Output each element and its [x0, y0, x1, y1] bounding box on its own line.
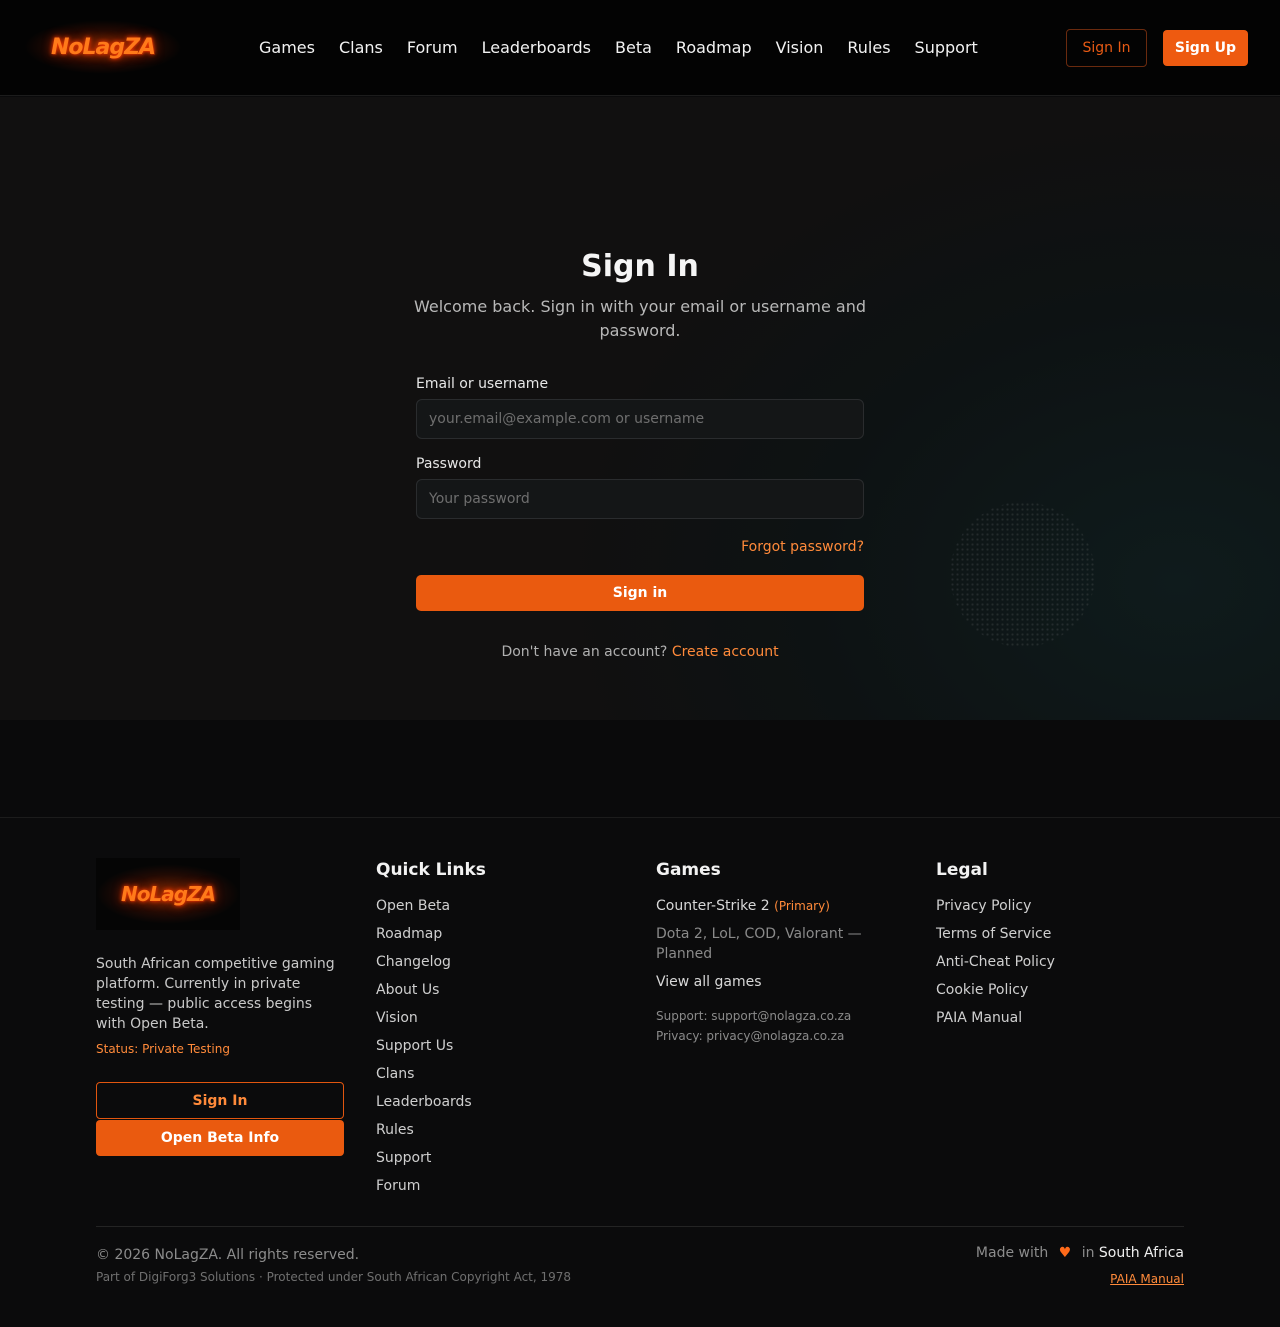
legal-paia-manual[interactable]: PAIA Manual [936, 1008, 1055, 1036]
page-subtitle: Welcome back. Sign in with your email or… [413, 297, 867, 340]
contact-info: Support: support@nolagza.co.za Privacy: … [656, 1006, 851, 1046]
quick-links-list: Open Beta Roadmap Changelog About Us Vis… [376, 896, 472, 1204]
quick-link-about-us[interactable]: About Us [376, 980, 472, 1008]
quick-link-support[interactable]: Support [376, 1148, 472, 1176]
email-label: Email or username [416, 376, 549, 392]
legal-privacy-policy[interactable]: Privacy Policy [936, 896, 1055, 924]
quick-link-support-us[interactable]: Support Us [376, 1036, 472, 1064]
quick-link-changelog[interactable]: Changelog [376, 952, 472, 980]
nav-vision[interactable]: Vision [776, 37, 824, 59]
nav-clans[interactable]: Clans [339, 37, 383, 59]
no-account-prompt: Don't have an account? Create account [0, 644, 1280, 660]
nav-forum[interactable]: Forum [407, 37, 458, 59]
legal-title: Legal [936, 860, 988, 880]
country-name: South Africa [1098, 1245, 1184, 1261]
quick-link-clans[interactable]: Clans [376, 1064, 472, 1092]
footer-sign-in-button[interactable]: Sign In [96, 1082, 344, 1119]
quick-links-title: Quick Links [376, 860, 486, 880]
made-with-text: Made with ♥ in South Africa [900, 1245, 1184, 1261]
quick-link-rules[interactable]: Rules [376, 1120, 472, 1148]
games-list: Counter-Strike 2 (Primary) Dota 2, LoL, … [656, 896, 886, 1000]
games-title: Games [656, 860, 721, 880]
quick-link-open-beta[interactable]: Open Beta [376, 896, 472, 924]
nav-roadmap[interactable]: Roadmap [676, 37, 752, 59]
sign-in-submit-button[interactable]: Sign in [416, 575, 864, 611]
view-all-games-link[interactable]: View all games [656, 972, 886, 992]
status-badge: Status: Private Testing [96, 1042, 230, 1056]
nav-rules[interactable]: Rules [847, 37, 890, 59]
copyright-subtext: Part of DigiForg3 Solutions · Protected … [96, 1270, 572, 1284]
main-nav: Games Clans Forum Leaderboards Beta Road… [259, 37, 978, 59]
brand-name: NoLagZA [50, 34, 156, 60]
game-primary[interactable]: Counter-Strike 2 (Primary) [656, 896, 886, 916]
decorative-dot-pattern [950, 502, 1095, 647]
signin-section: Sign In Welcome back. Sign in with your … [0, 97, 1280, 720]
site-footer: NoLagZA South African competitive gaming… [0, 817, 1280, 1327]
password-label: Password [416, 456, 482, 472]
brand-logo[interactable]: NoLagZA [24, 20, 182, 74]
footer-brand-logo[interactable]: NoLagZA [96, 864, 240, 924]
password-input[interactable] [416, 479, 864, 519]
header-sign-up-button[interactable]: Sign Up [1163, 30, 1248, 66]
support-email[interactable]: Support: support@nolagza.co.za [656, 1006, 851, 1026]
footer-description: South African competitive gaming platfor… [96, 956, 335, 1032]
footer-logo-box: NoLagZA [96, 858, 240, 930]
nav-games[interactable]: Games [259, 37, 315, 59]
nav-support[interactable]: Support [915, 37, 978, 59]
bottom-paia-manual-link[interactable]: PAIA Manual [1000, 1272, 1184, 1286]
header-sign-in-button[interactable]: Sign In [1066, 29, 1147, 67]
primary-tag: (Primary) [774, 899, 830, 913]
no-account-text: Don't have an account? [501, 644, 668, 660]
legal-list: Privacy Policy Terms of Service Anti-Che… [936, 896, 1055, 1036]
quick-link-vision[interactable]: Vision [376, 1008, 472, 1036]
heart-icon: ♥ [1058, 1245, 1072, 1261]
nav-beta[interactable]: Beta [615, 37, 652, 59]
privacy-email[interactable]: Privacy: privacy@nolagza.co.za [656, 1026, 851, 1046]
site-header: NoLagZA Games Clans Forum Leaderboards B… [0, 0, 1280, 96]
legal-cookie-policy[interactable]: Cookie Policy [936, 980, 1055, 1008]
quick-link-roadmap[interactable]: Roadmap [376, 924, 472, 952]
quick-link-leaderboards[interactable]: Leaderboards [376, 1092, 472, 1120]
legal-anti-cheat-policy[interactable]: Anti-Cheat Policy [936, 952, 1055, 980]
email-username-input[interactable] [416, 399, 864, 439]
quick-link-forum[interactable]: Forum [376, 1176, 472, 1204]
page-title: Sign In [581, 249, 699, 284]
footer-brand-name: NoLagZA [120, 882, 216, 906]
forgot-password-link[interactable]: Forgot password? [664, 539, 864, 555]
footer-divider [96, 1226, 1184, 1227]
copyright-text: © 2026 NoLagZA. All rights reserved. [96, 1247, 360, 1263]
legal-terms-of-service[interactable]: Terms of Service [936, 924, 1055, 952]
made-in-label: in [1081, 1245, 1095, 1261]
game-primary-name: Counter-Strike 2 [656, 898, 770, 914]
create-account-link[interactable]: Create account [672, 644, 779, 660]
open-beta-info-button[interactable]: Open Beta Info [96, 1120, 344, 1156]
made-with-label: Made with [975, 1245, 1049, 1261]
nav-leaderboards[interactable]: Leaderboards [482, 37, 591, 59]
games-planned: Dota 2, LoL, COD, Valorant — Planned [656, 926, 862, 962]
